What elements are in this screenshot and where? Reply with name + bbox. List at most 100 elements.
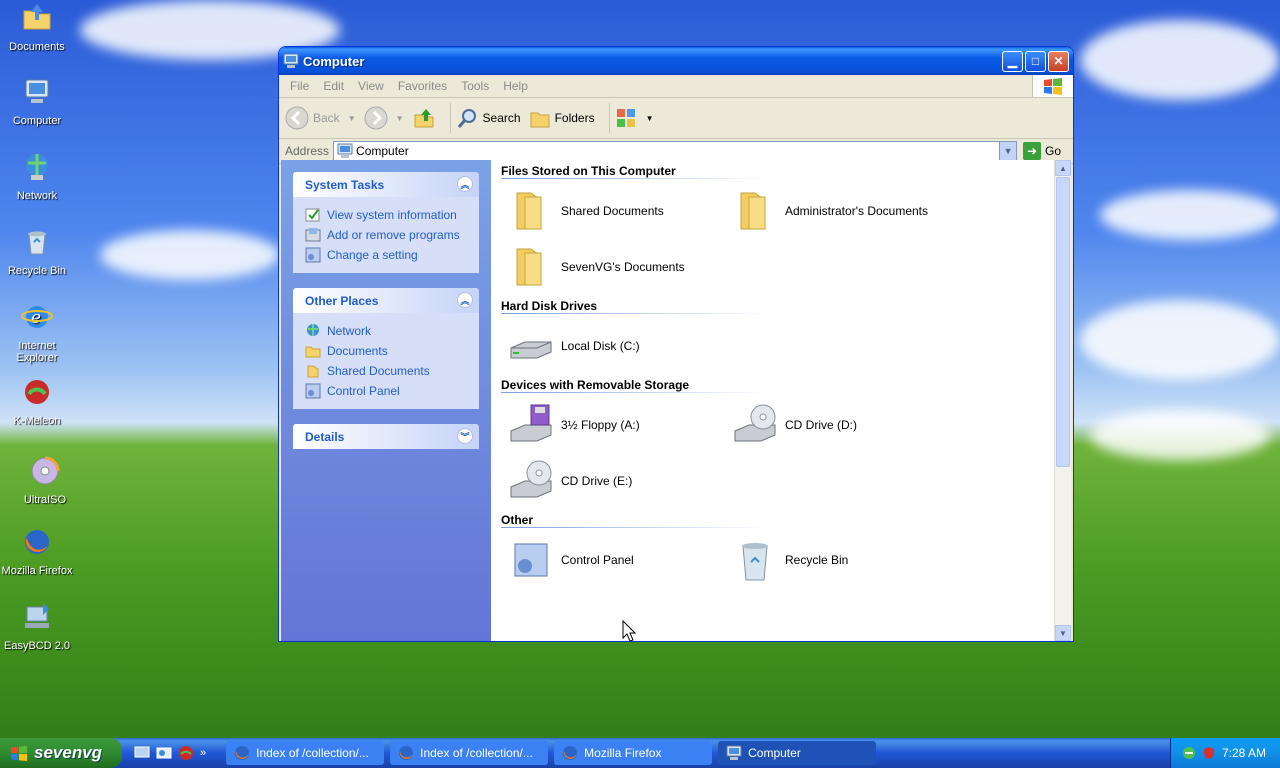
- back-arrow-icon: [285, 106, 309, 130]
- desktop-icon-recycle-bin[interactable]: Recycle Bin: [0, 226, 74, 277]
- up-folder-icon: [414, 109, 434, 128]
- collapse-button[interactable]: ︽: [457, 176, 473, 192]
- collapse-button[interactable]: ︽: [457, 292, 473, 308]
- item-recycle-bin[interactable]: Recycle Bin: [731, 532, 949, 588]
- scroll-thumb[interactable]: [1056, 177, 1070, 467]
- desktop-icon-easybcd[interactable]: EasyBCD 2.0: [0, 601, 74, 652]
- control-panel-icon: [305, 247, 321, 263]
- maximize-icon: □: [1031, 54, 1040, 68]
- desktop-icon-internet-explorer[interactable]: e Internet Explorer: [0, 301, 74, 364]
- desktop-icon-mozilla-firefox[interactable]: Mozilla Firefox: [0, 526, 74, 577]
- views-button[interactable]: ▼: [616, 107, 654, 129]
- item-label: Shared Documents: [561, 204, 664, 218]
- group-title-files: Files Stored on This Computer: [501, 164, 676, 178]
- close-button[interactable]: ✕: [1048, 50, 1069, 72]
- minimize-button[interactable]: ▁: [1002, 50, 1023, 72]
- link-documents[interactable]: Documents: [305, 341, 467, 361]
- start-button[interactable]: sevenvg: [0, 738, 122, 768]
- taskbar-item-firefox[interactable]: Mozilla Firefox: [554, 741, 713, 765]
- desktop-icon-label: Network: [16, 190, 58, 202]
- taskbar-item-index-1[interactable]: Index of /collection/...: [226, 741, 385, 765]
- desktop-icon-network[interactable]: Network: [0, 151, 74, 202]
- link-label: Control Panel: [327, 384, 400, 398]
- back-dropdown-icon[interactable]: ▼: [348, 114, 356, 123]
- link-shared-documents[interactable]: Shared Documents: [305, 361, 467, 381]
- easybcd-icon: [25, 603, 49, 628]
- details-panel: Details ︾: [293, 424, 479, 449]
- show-desktop-icon[interactable]: [134, 745, 150, 761]
- back-label: Back: [313, 111, 340, 125]
- chevron-down-icon: ▼: [1003, 146, 1013, 156]
- item-label: 3½ Floppy (A:): [561, 418, 640, 432]
- desktop-icon-ultraiso[interactable]: UltraISO: [8, 455, 82, 506]
- search-label: Search: [482, 111, 521, 125]
- item-local-disk-c[interactable]: Local Disk (C:): [507, 318, 725, 374]
- menu-edit[interactable]: Edit: [316, 79, 351, 93]
- other-places-header[interactable]: Other Places ︽: [293, 288, 479, 313]
- folder-icon: [740, 192, 766, 230]
- title-bar[interactable]: Computer ▁ □ ✕: [279, 47, 1073, 75]
- cloud: [1080, 300, 1280, 380]
- toolbar: Back ▼ ▼ Search Folders ▼: [279, 98, 1073, 139]
- link-add-remove-programs[interactable]: Add or remove programs: [305, 225, 467, 245]
- expand-button[interactable]: ︾: [457, 428, 473, 444]
- explorer-icon[interactable]: [156, 745, 172, 761]
- link-control-panel[interactable]: Control Panel: [305, 381, 467, 401]
- taskbar-item-index-2[interactable]: Index of /collection/...: [390, 741, 549, 765]
- desktop-icon-k-meleon[interactable]: K-Meleon: [0, 376, 74, 427]
- desktop-icon-computer[interactable]: Computer: [0, 76, 74, 127]
- address-dropdown-button[interactable]: ▼: [999, 142, 1017, 160]
- menu-file[interactable]: File: [283, 79, 316, 93]
- item-cd-drive-d[interactable]: CD Drive (D:): [731, 397, 949, 453]
- computer-icon: [25, 79, 49, 103]
- scroll-up-button[interactable]: ▲: [1055, 160, 1071, 176]
- control-panel-icon: [305, 383, 321, 399]
- item-control-panel[interactable]: Control Panel: [507, 532, 725, 588]
- item-label: Local Disk (C:): [561, 339, 640, 353]
- scroll-down-button[interactable]: ▼: [1055, 625, 1071, 641]
- item-cd-drive-e[interactable]: CD Drive (E:): [507, 453, 725, 509]
- menu-favorites[interactable]: Favorites: [391, 79, 454, 93]
- link-change-setting[interactable]: Change a setting: [305, 245, 467, 265]
- desktop-icon-label: Internet Explorer: [16, 340, 58, 364]
- menu-tools[interactable]: Tools: [454, 79, 496, 93]
- cloud: [1080, 20, 1280, 100]
- maximize-button[interactable]: □: [1025, 50, 1046, 72]
- security-shield-icon[interactable]: [1202, 746, 1216, 760]
- task-label: Computer: [748, 746, 801, 760]
- network-tray-icon[interactable]: [1182, 746, 1196, 760]
- item-administrators-documents[interactable]: Administrator's Documents: [731, 183, 949, 239]
- folder-icon: [305, 346, 321, 358]
- search-button[interactable]: Search: [457, 107, 521, 129]
- go-button[interactable]: ➜ Go: [1023, 142, 1061, 160]
- shared-folder-icon: [307, 365, 319, 378]
- link-view-system-information[interactable]: View system information: [305, 205, 467, 225]
- link-label: Change a setting: [327, 248, 418, 262]
- up-folder-button[interactable]: [412, 106, 436, 130]
- explorer-window[interactable]: Computer ▁ □ ✕ File Edit View Favorites …: [278, 46, 1074, 642]
- item-floppy-a[interactable]: 3½ Floppy (A:): [507, 397, 725, 453]
- details-header[interactable]: Details ︾: [293, 424, 479, 449]
- system-tasks-header[interactable]: System Tasks ︽: [293, 172, 479, 197]
- clock[interactable]: 7:28 AM: [1222, 746, 1266, 760]
- windows-flag-icon: [10, 745, 28, 762]
- forward-button[interactable]: ▼: [364, 106, 404, 130]
- chevron-down-icon: ▼: [1059, 628, 1067, 638]
- k-meleon-icon[interactable]: [178, 745, 194, 761]
- address-input[interactable]: Computer ▼: [333, 141, 1018, 161]
- link-network[interactable]: Network: [305, 321, 467, 341]
- back-button[interactable]: Back ▼: [285, 106, 356, 130]
- item-shared-documents[interactable]: Shared Documents: [507, 183, 725, 239]
- forward-dropdown-icon[interactable]: ▼: [396, 114, 404, 123]
- item-sevenvgs-documents[interactable]: SevenVG's Documents: [507, 239, 725, 295]
- menu-view[interactable]: View: [351, 79, 391, 93]
- menu-bar: File Edit View Favorites Tools Help: [279, 75, 1073, 98]
- quick-launch-overflow[interactable]: »: [200, 747, 206, 759]
- taskbar-item-computer[interactable]: Computer: [718, 741, 877, 765]
- group-title-hdd: Hard Disk Drives: [501, 299, 598, 313]
- desktop-icon-documents[interactable]: Documents: [0, 2, 74, 53]
- vertical-scrollbar[interactable]: ▲ ▼: [1054, 160, 1071, 641]
- task-pane: System Tasks ︽ View system information A…: [281, 160, 491, 641]
- menu-help[interactable]: Help: [496, 79, 535, 93]
- folders-button[interactable]: Folders: [529, 107, 595, 129]
